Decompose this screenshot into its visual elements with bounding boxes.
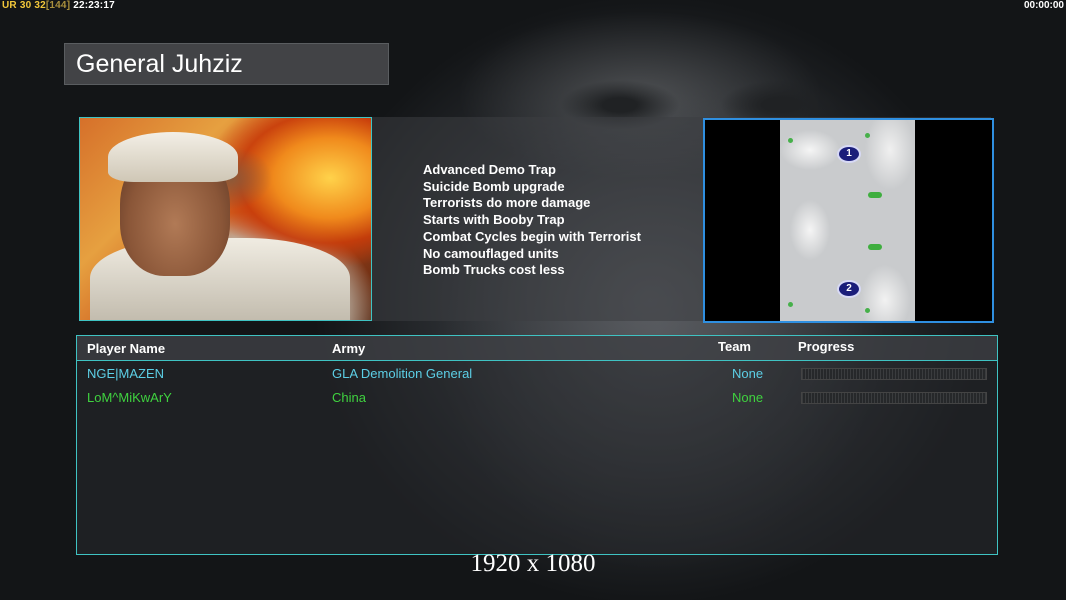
spawn-marker-2: 2 xyxy=(837,280,861,298)
general-traits-list: Advanced Demo Trap Suicide Bomb upgrade … xyxy=(423,162,641,279)
trait-item: No camouflaged units xyxy=(423,245,559,261)
map-preview: 1 2 xyxy=(703,118,994,323)
player-name: LoM^MiKwArY xyxy=(87,390,172,405)
map-resource-dot xyxy=(788,302,793,307)
trait-item: Suicide Bomb upgrade xyxy=(423,178,565,194)
player-progress-bar xyxy=(801,368,987,380)
header-army: Army xyxy=(332,341,366,356)
player-row: NGE|MAZEN GLA Demolition General None xyxy=(77,364,997,384)
player-team: None xyxy=(732,366,764,381)
player-progress-bar xyxy=(801,392,987,404)
hud-value-3: [144] xyxy=(45,0,71,11)
player-army: GLA Demolition General xyxy=(332,366,473,381)
header-progress: Progress xyxy=(798,339,855,354)
player-row: LoM^MiKwArY China None xyxy=(77,388,997,408)
map-tree-cluster xyxy=(868,244,882,250)
hud-value-2: 32 xyxy=(34,0,46,11)
hud-value-1: 30 xyxy=(19,0,32,11)
trait-item: Combat Cycles begin with Terrorist xyxy=(423,228,641,244)
spawn-marker-1: 1 xyxy=(837,145,861,163)
map-resource-dot xyxy=(865,308,870,313)
player-list-header: Player Name Army Team Progress xyxy=(77,336,997,361)
map-terrain: 1 2 xyxy=(780,120,915,321)
header-team: Team xyxy=(718,339,751,354)
game-timer: 00:00:00 xyxy=(1023,0,1064,11)
player-list-panel: Player Name Army Team Progress NGE|MAZEN… xyxy=(76,335,998,555)
player-army: China xyxy=(332,390,366,405)
player-name: NGE|MAZEN xyxy=(87,366,165,381)
map-resource-dot xyxy=(788,138,793,143)
hud-stats: UR 30 32[144] 22:23:17 xyxy=(2,0,115,11)
map-resource-dot xyxy=(865,133,870,138)
map-tree-cluster xyxy=(868,192,882,198)
player-team: None xyxy=(732,390,764,405)
hud-clock: 22:23:17 xyxy=(73,0,115,11)
trait-item: Starts with Booby Trap xyxy=(423,212,565,228)
trait-item: Bomb Trucks cost less xyxy=(423,262,565,278)
trait-item: Advanced Demo Trap xyxy=(423,162,556,177)
resolution-label: 1920 x 1080 xyxy=(470,550,596,577)
trait-item: Terrorists do more damage xyxy=(423,195,591,211)
general-portrait xyxy=(79,117,372,321)
hud-label-ur: UR xyxy=(2,0,17,11)
general-name: General Juhziz xyxy=(76,50,243,78)
general-title-box: General Juhziz xyxy=(64,43,389,85)
portrait-turban xyxy=(108,132,238,182)
header-player-name: Player Name xyxy=(87,341,166,356)
